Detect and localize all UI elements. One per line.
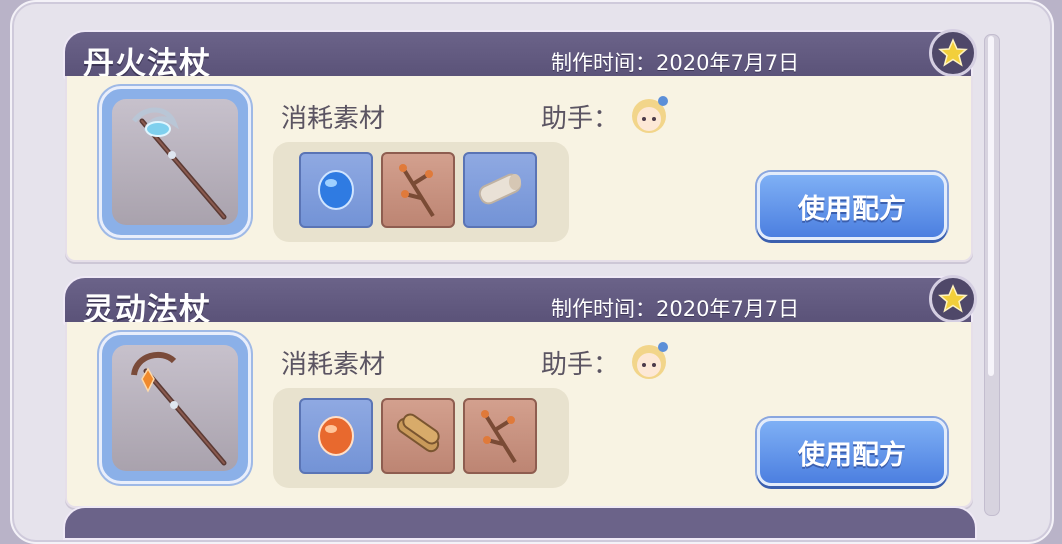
orange-gem-icon bbox=[318, 416, 354, 456]
crafted-item-slot[interactable] bbox=[99, 332, 251, 484]
assistant-avatar-icon[interactable] bbox=[627, 92, 671, 136]
favorite-star-icon[interactable] bbox=[929, 275, 977, 323]
crafted-item-slot[interactable] bbox=[99, 86, 251, 238]
material-slot[interactable] bbox=[299, 152, 373, 228]
staff-icon bbox=[112, 99, 238, 225]
materials-tray bbox=[273, 142, 569, 242]
scrollbar-thumb[interactable] bbox=[988, 36, 994, 376]
assistant-label: 助手： bbox=[541, 350, 620, 380]
recipe-header: 灵动法杖 制作时间：2020年7月7日 bbox=[63, 276, 973, 328]
materials-label: 消耗素材 bbox=[281, 350, 386, 380]
material-slot[interactable] bbox=[381, 152, 455, 228]
branch-icon bbox=[481, 410, 517, 464]
craft-time: 制作时间：2020年7月7日 bbox=[551, 51, 800, 75]
material-slot[interactable] bbox=[463, 398, 537, 474]
material-slot[interactable] bbox=[463, 152, 537, 228]
material-slot[interactable] bbox=[381, 398, 455, 474]
recipe-body: 消耗素材 助手： 使用配方 bbox=[65, 76, 973, 262]
materials-label: 消耗素材 bbox=[281, 104, 386, 134]
wood-bundle-icon bbox=[396, 413, 440, 453]
staff-icon bbox=[112, 345, 238, 471]
branch-icon bbox=[399, 164, 435, 218]
use-recipe-button[interactable]: 使用配方 bbox=[757, 172, 947, 240]
craft-time: 制作时间：2020年7月7日 bbox=[551, 297, 800, 321]
recipe-body: 消耗素材 助手： 使用配方 bbox=[65, 322, 973, 508]
recipe-header: 丹火法杖 制作时间：2020年7月7日 bbox=[63, 30, 973, 82]
log-icon bbox=[478, 173, 522, 205]
use-recipe-button[interactable]: 使用配方 bbox=[757, 418, 947, 486]
material-slot[interactable] bbox=[299, 398, 373, 474]
materials-tray bbox=[273, 388, 569, 488]
blue-gem-icon bbox=[318, 170, 354, 210]
assistant-label: 助手： bbox=[541, 104, 620, 134]
favorite-star-icon[interactable] bbox=[929, 29, 977, 77]
assistant-avatar-icon[interactable] bbox=[627, 338, 671, 382]
next-recipe-header bbox=[63, 506, 977, 540]
